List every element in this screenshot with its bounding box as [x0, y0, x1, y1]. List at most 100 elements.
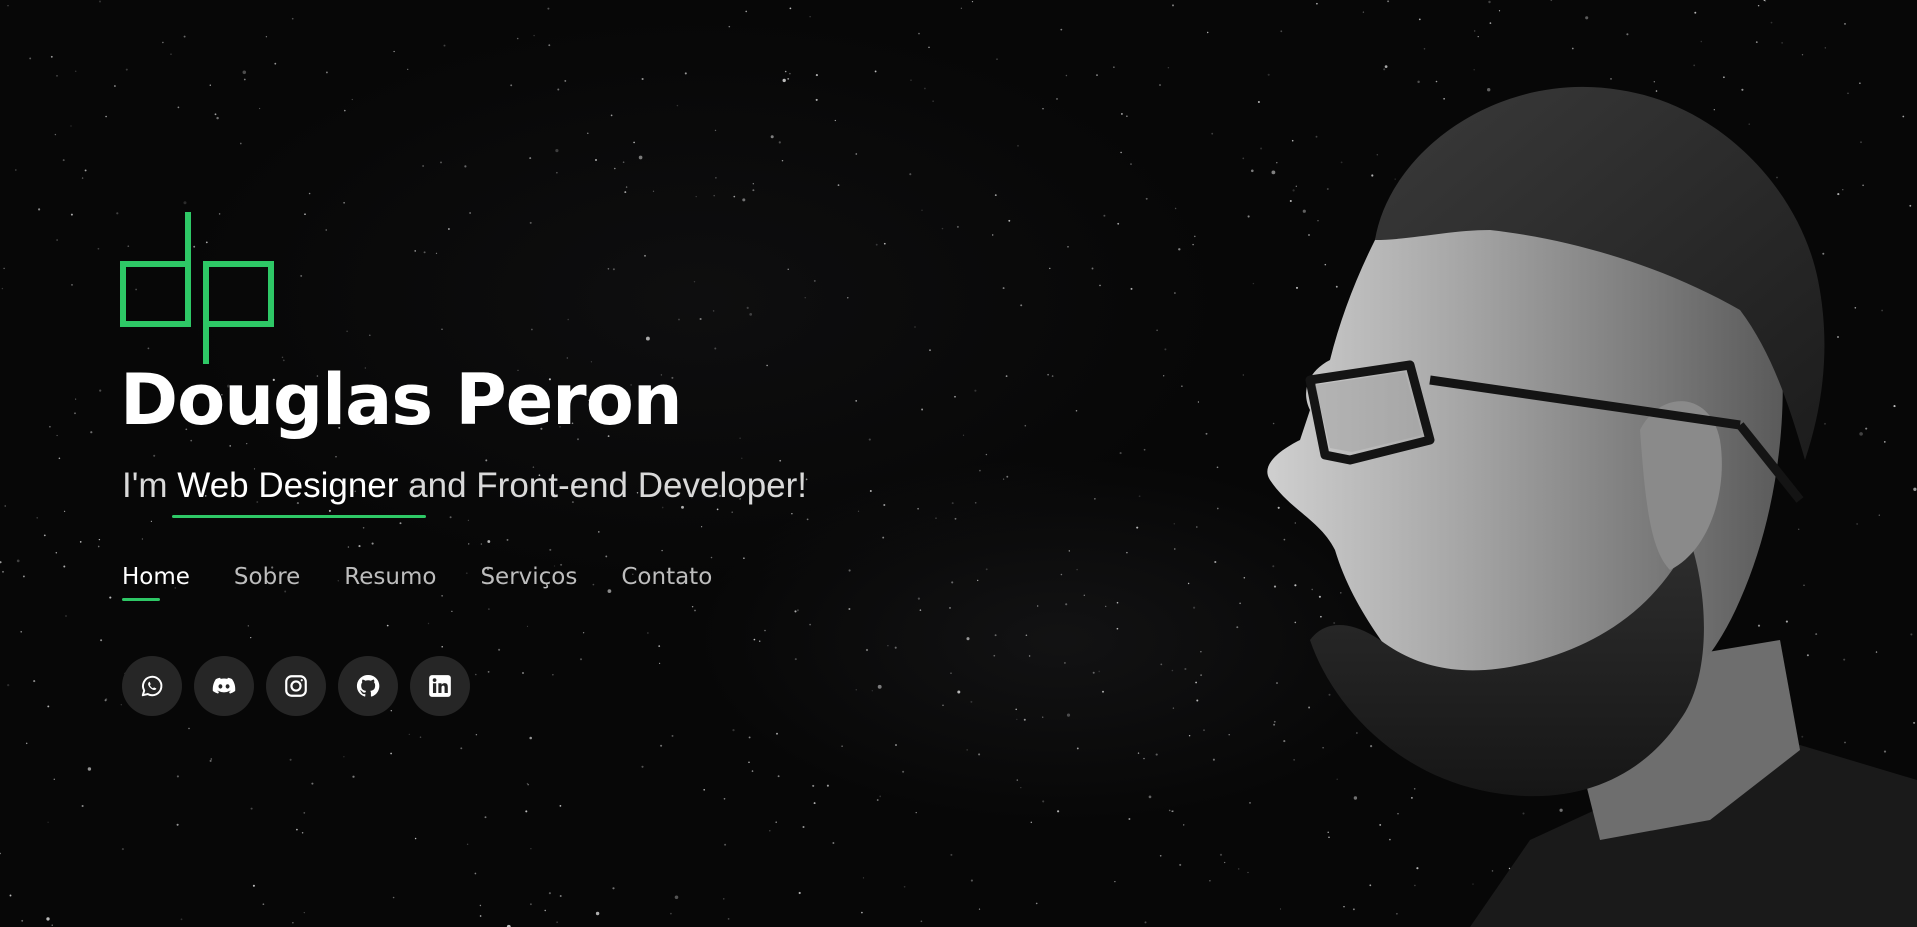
linkedin-button[interactable]: [410, 656, 470, 716]
star: [917, 507, 919, 510]
star: [79, 541, 82, 543]
star: [435, 252, 438, 254]
star: [1035, 902, 1038, 905]
star: [971, 0, 974, 3]
star: [441, 646, 443, 648]
star: [183, 201, 187, 205]
star: [7, 684, 10, 687]
star: [731, 511, 733, 513]
star: [335, 456, 337, 458]
star: [951, 581, 954, 584]
star: [22, 575, 25, 578]
star: [1200, 674, 1202, 676]
star: [787, 268, 789, 270]
star: [99, 389, 102, 392]
whatsapp-button[interactable]: [122, 656, 182, 716]
github-button[interactable]: [338, 656, 398, 716]
star: [475, 673, 477, 676]
star: [474, 872, 477, 875]
star: [449, 516, 452, 519]
star: [951, 502, 954, 505]
star: [1042, 800, 1045, 803]
star: [1280, 30, 1283, 33]
star: [766, 364, 768, 367]
star: [978, 753, 981, 756]
star: [670, 912, 672, 915]
star: [1113, 66, 1115, 68]
star: [861, 911, 863, 914]
star: [794, 658, 797, 661]
star: [970, 879, 973, 882]
page-title: Douglas Peron: [120, 359, 683, 441]
tagline-suffix: and Front-end Developer!: [398, 466, 808, 505]
discord-button[interactable]: [194, 656, 254, 716]
nav-item-home[interactable]: Home: [122, 560, 190, 601]
star: [1267, 73, 1270, 76]
star: [1196, 699, 1199, 702]
star: [9, 894, 12, 897]
star: [742, 198, 746, 202]
star: [693, 280, 696, 283]
star: [993, 654, 996, 657]
star: [1006, 475, 1009, 478]
star: [612, 268, 615, 271]
star: [239, 142, 242, 145]
star: [1205, 432, 1208, 435]
dp-logo: [120, 212, 274, 364]
star: [633, 141, 635, 144]
star: [70, 213, 73, 216]
star: [855, 153, 858, 155]
star: [1096, 74, 1098, 76]
star: [98, 538, 101, 541]
star: [924, 87, 926, 90]
nav-item-contato[interactable]: Contato: [621, 560, 712, 594]
star: [522, 672, 524, 674]
star: [748, 736, 751, 739]
star: [170, 53, 172, 55]
star: [250, 807, 253, 810]
star: [928, 46, 930, 49]
star: [1195, 526, 1198, 528]
nav-item-resumo[interactable]: Resumo: [344, 560, 436, 594]
star: [4, 505, 6, 507]
star: [74, 70, 77, 72]
star: [1174, 207, 1177, 210]
star: [1105, 605, 1107, 608]
star: [1164, 348, 1167, 351]
instagram-button[interactable]: [266, 656, 326, 716]
star: [1423, 48, 1426, 50]
star: [1148, 795, 1152, 799]
star: [1075, 410, 1078, 412]
star: [1138, 495, 1141, 498]
star: [1057, 810, 1060, 813]
star: [74, 412, 76, 415]
star: [758, 640, 761, 642]
star: [33, 680, 36, 683]
star: [480, 543, 483, 545]
star: [347, 546, 350, 548]
star: [464, 165, 467, 168]
nav-item-sobre[interactable]: Sobre: [234, 560, 300, 594]
star: [1212, 758, 1215, 761]
star: [567, 318, 569, 321]
star: [303, 911, 305, 914]
star: [180, 918, 183, 921]
star: [358, 545, 361, 548]
star: [1383, 68, 1386, 71]
star: [344, 109, 346, 112]
star: [1203, 729, 1205, 732]
star: [292, 922, 294, 924]
nav-item-servicos[interactable]: Serviços: [480, 560, 577, 594]
star: [1183, 824, 1185, 826]
star: [371, 542, 374, 545]
star: [1473, 69, 1475, 71]
star: [1042, 716, 1044, 718]
star: [1477, 35, 1479, 38]
star: [362, 527, 365, 529]
star: [408, 733, 410, 736]
star: [857, 510, 860, 512]
profile-photo: [1267, 86, 1917, 927]
star: [556, 921, 558, 923]
star: [813, 802, 816, 805]
star: [531, 328, 533, 331]
